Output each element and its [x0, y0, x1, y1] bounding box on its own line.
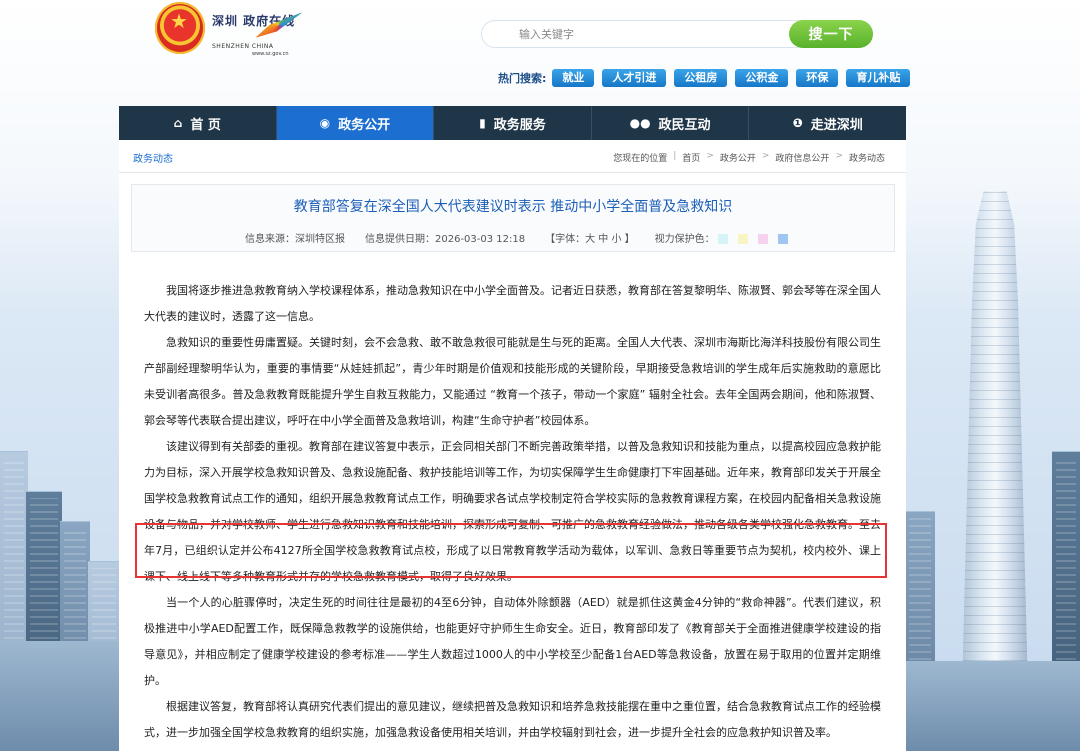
breadcrumb-gov-info[interactable]: 政府信息公开: [775, 151, 829, 164]
swatch-cyan[interactable]: [717, 234, 728, 244]
people-icon: ●●: [629, 116, 651, 130]
paragraph: 该建议得到有关部委的重视。教育部在建议答复中表示，正会同相关部门不断完善政策举措…: [144, 440, 881, 583]
hot-search: 热门搜索: 就业 人才引进 公租房 公积金 环保 育儿补贴: [498, 68, 918, 88]
hot-tag-talent[interactable]: 人才引进: [602, 69, 667, 87]
site-header: ★ 深圳 政府在线 SHENZHEN CHINA www.sz.gov.cn 搜…: [0, 0, 1080, 105]
article-title: 教育部答复在深全国人大代表建议时表示 推动中小学全面普及急救知识: [293, 199, 733, 215]
national-emblem-icon: ★: [155, 2, 205, 54]
font-size-control[interactable]: 【字体：大 中 小 】: [545, 230, 635, 245]
home-icon: ⌂: [173, 116, 183, 130]
paragraph: 根据建议答复，教育部将认真研究代表们提出的意见建议，继续把普及急救知识和培养急救…: [144, 700, 881, 739]
breadcrumb-bar: 政务动态 您现在的位置 | 首页 > 政务公开 > 政府信息公开 > 政务动态: [119, 140, 906, 173]
article: 教育部答复在深全国人大代表建议时表示 推动中小学全面普及急救知识 信息来源：深圳…: [119, 173, 906, 751]
breadcrumb: 您现在的位置 | 首页 > 政务公开 > 政府信息公开 > 政务动态: [613, 151, 885, 164]
article-meta: 信息来源：深圳特区报 信息提供日期：2026-03-03 12:18 【字体：大…: [245, 230, 815, 245]
hot-tag-public-housing[interactable]: 公租房: [674, 69, 728, 87]
nav-about-shenzhen-label: 走进深圳: [810, 117, 863, 133]
hot-tag-childcare-subsidy[interactable]: 育儿补贴: [846, 69, 911, 87]
breadcrumb-gov-affairs[interactable]: 政务公开: [720, 151, 756, 164]
nav-interaction[interactable]: ●● 政民互动: [592, 106, 750, 140]
hot-search-label: 热门搜索:: [498, 72, 547, 85]
swatch-pink[interactable]: [758, 234, 769, 244]
breadcrumb-home[interactable]: 首页: [682, 151, 700, 164]
nav-home-label: 首 页: [190, 117, 221, 133]
nav-home[interactable]: ⌂ 首 页: [119, 106, 277, 140]
paragraph: 我国将逐步推进急救教育纳入学校课程体系，推动急救知识在中小学全面普及。记者近日获…: [144, 284, 881, 323]
hot-tag-housing-fund[interactable]: 公积金: [735, 69, 789, 87]
nav-government-affairs[interactable]: ◉ 政务公开: [276, 106, 435, 140]
nav-government-services-label: 政务服务: [493, 117, 546, 133]
background-skyline-right: [905, 191, 1080, 751]
paragraph: 当一个人的心脏骤停时，决定生死的时间往往是最初的4至6分钟，自动体外除颤器（AE…: [144, 596, 881, 687]
article-source: 信息来源：深圳特区报: [245, 234, 345, 245]
swatch-blue[interactable]: [778, 234, 789, 244]
info-icon: ❶: [792, 116, 803, 130]
article-body: 我国将逐步推进急救教育纳入学校课程体系，推动急救知识在中小学全面普及。记者近日获…: [144, 278, 881, 746]
section-title[interactable]: 政务动态: [133, 150, 173, 165]
article-header: 教育部答复在深全国人大代表建议时表示 推动中小学全面普及急救知识 信息来源：深圳…: [131, 184, 895, 252]
nav-government-affairs-label: 政务公开: [338, 117, 391, 133]
search-input[interactable]: [482, 21, 792, 47]
eye-protect-control: 视力保护色：: [655, 230, 796, 245]
main-nav: ⌂ 首 页 ◉ 政务公开 ▮ 政务服务 ●● 政民互动 ❶ 走进深圳: [119, 106, 906, 140]
eye-protect-label: 视力保护色：: [654, 234, 715, 245]
service-icon: ▮: [479, 116, 486, 130]
logo-url: www.sz.gov.cn: [252, 51, 289, 57]
nav-about-shenzhen[interactable]: ❶ 走进深圳: [749, 106, 906, 140]
article-date: 信息提供日期：2026-03-03 12:18: [365, 234, 526, 245]
nav-government-services[interactable]: ▮ 政务服务: [434, 106, 592, 140]
search-button[interactable]: 搜一下: [789, 20, 873, 48]
breadcrumb-news[interactable]: 政务动态: [849, 151, 885, 164]
paragraph: 急救知识的重要性毋庸置疑。关键时刻，会不会急救、敢不敢急救很可能就是生与死的距离…: [144, 336, 881, 427]
swatch-yellow[interactable]: [738, 234, 749, 244]
search-box: 搜一下: [481, 20, 873, 48]
logo-english: SHENZHEN CHINA: [212, 43, 274, 50]
hot-tag-environment[interactable]: 环保: [796, 69, 839, 87]
nav-interaction-label: 政民互动: [658, 117, 711, 133]
background-skyline-left: [0, 250, 120, 751]
hot-tag-jiuye[interactable]: 就业: [552, 69, 595, 87]
eye-icon: ◉: [319, 116, 331, 130]
breadcrumb-prefix: 您现在的位置: [613, 154, 668, 164]
